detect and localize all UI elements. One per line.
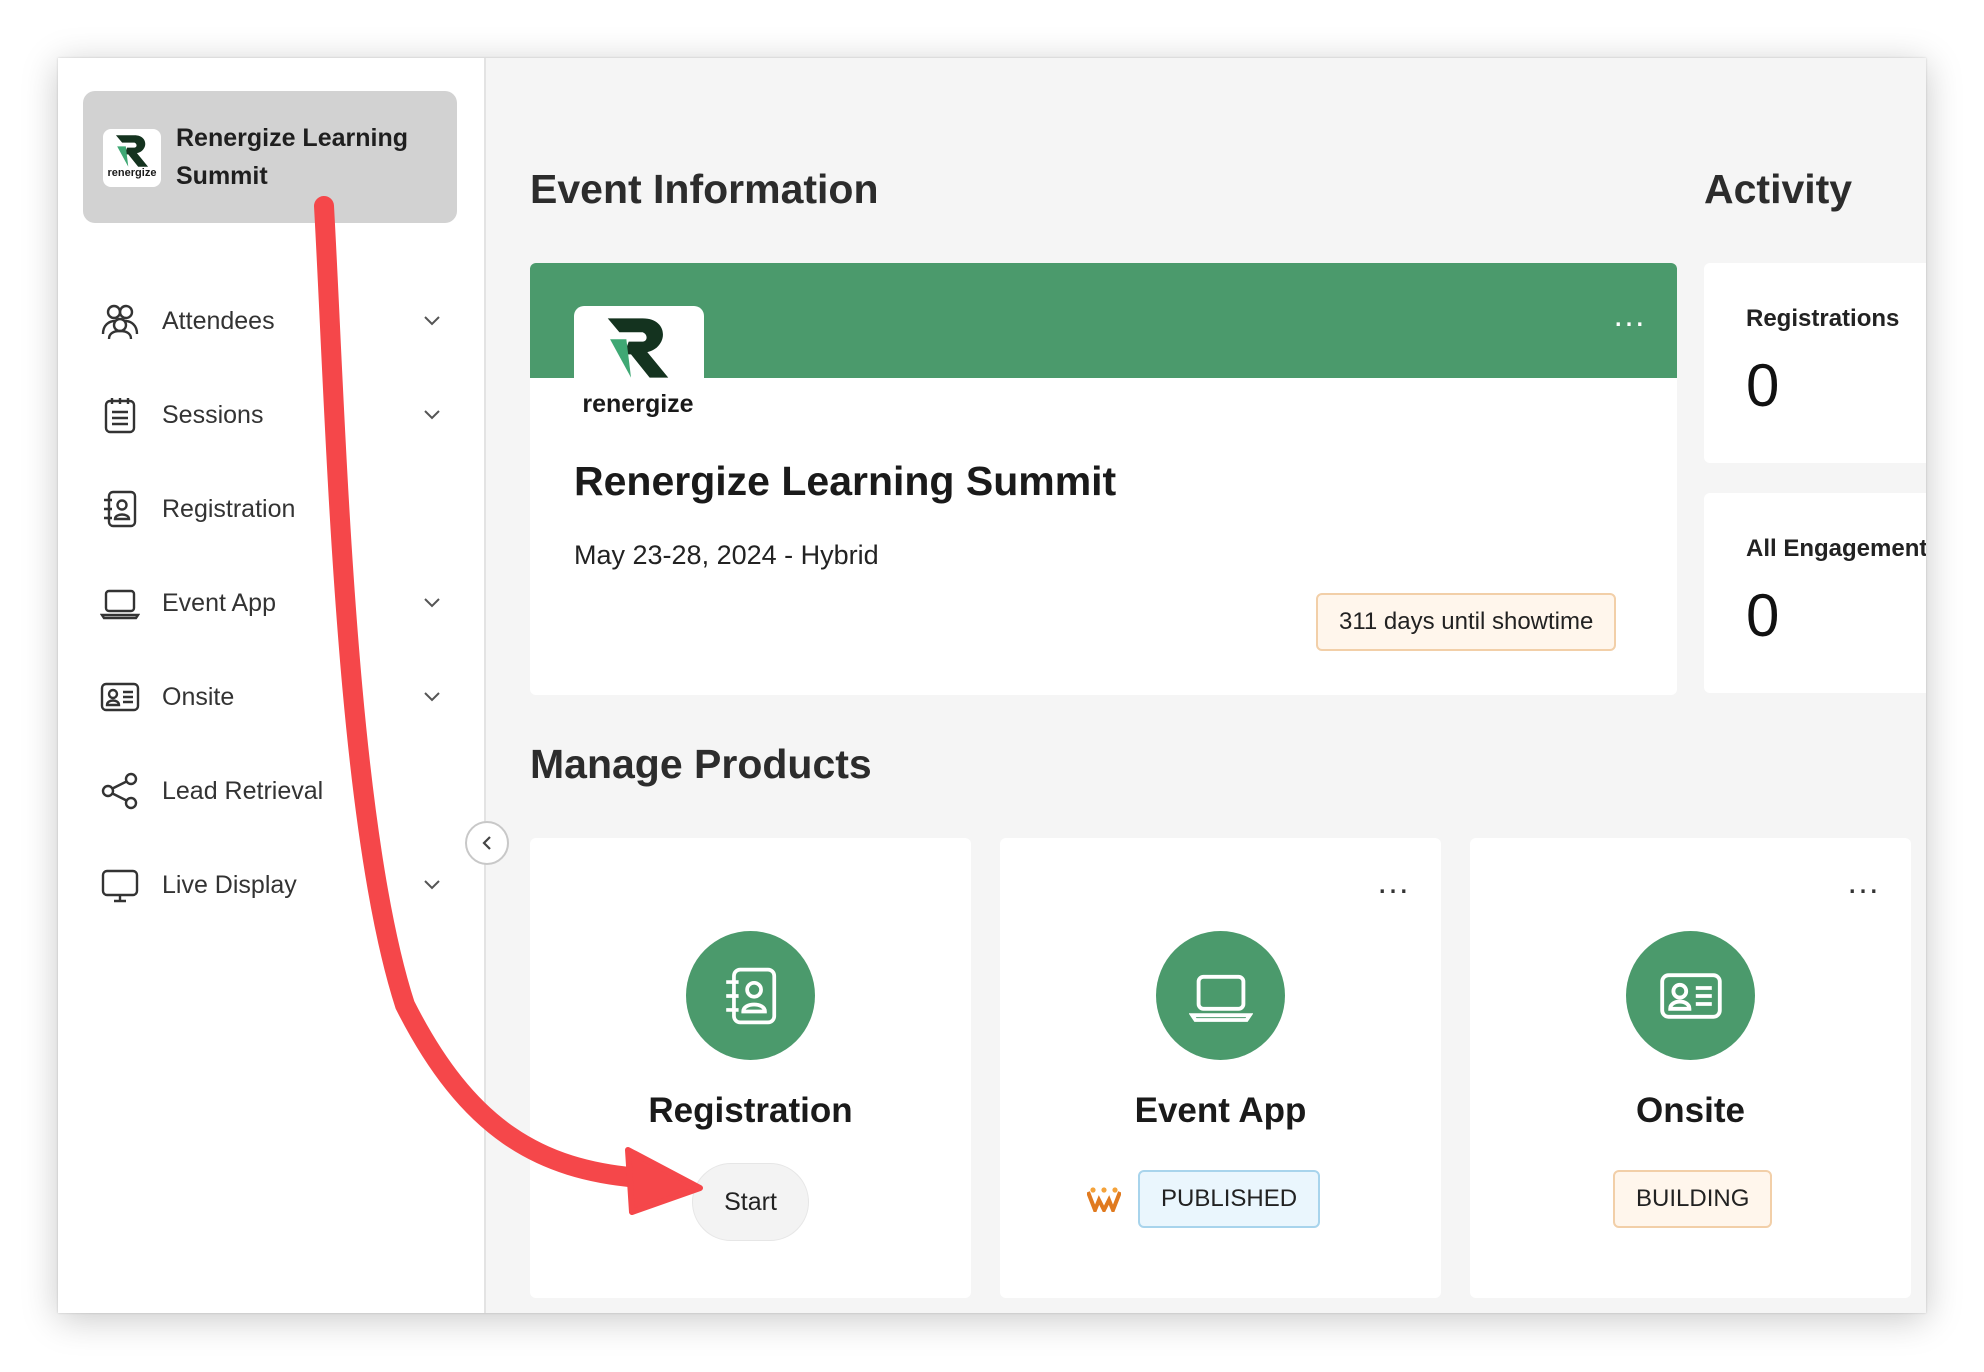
status-badge-published: PUBLISHED (1138, 1170, 1321, 1228)
chevron-down-icon[interactable] (421, 686, 443, 708)
sidebar: renergize Renergize Learning Summit Atte… (58, 58, 486, 1313)
product-name: Event App (1134, 1091, 1307, 1130)
stat-label: Registrations (1746, 305, 1900, 332)
product-name: Onsite (1636, 1091, 1745, 1130)
sidebar-nav: Attendees Sessions Registration Event Ap… (98, 274, 443, 932)
sidebar-item-lead-retrieval[interactable]: Lead Retrieval (98, 744, 443, 838)
contact-book-icon (725, 967, 776, 1024)
event-logo: renergize (103, 129, 161, 187)
event-logo: renergize (574, 306, 704, 428)
status-badge-building: BUILDING (1613, 1170, 1773, 1228)
product-card-registration: Registration Start (530, 838, 971, 1298)
monitor-icon (98, 863, 142, 907)
share-icon (98, 769, 142, 813)
event-card: … renergize Renergize Learning Summit Ma… (530, 263, 1677, 695)
laptop-icon (98, 581, 142, 625)
id-card-icon (1659, 972, 1722, 1019)
chevron-down-icon[interactable] (421, 404, 443, 426)
sidebar-item-live-display[interactable]: Live Display (98, 838, 443, 932)
activity-heading: Activity (1704, 166, 1853, 212)
app-brand-icon (1087, 1187, 1121, 1212)
stat-value: 0 (1746, 582, 1780, 649)
chevron-down-icon[interactable] (421, 874, 443, 896)
chevron-down-icon[interactable] (421, 592, 443, 614)
sidebar-item-label: Registration (162, 494, 296, 523)
people-icon (98, 299, 142, 343)
stat-card-registrations: Registrations 0 (1704, 263, 1926, 463)
event-dates: May 23-28, 2024 - Hybrid (574, 540, 879, 570)
event-name: Renergize Learning Summit (574, 458, 1117, 504)
product-card-onsite: … Onsite BUILDING (1470, 838, 1911, 1298)
renergize-logo-icon (607, 318, 669, 378)
more-options-icon[interactable]: … (1846, 865, 1883, 899)
product-icon-circle (686, 931, 815, 1060)
event-switcher[interactable]: renergize Renergize Learning Summit (83, 91, 457, 223)
collapse-sidebar-button[interactable] (465, 821, 509, 865)
chevron-down-icon[interactable] (421, 310, 443, 332)
laptop-icon (1188, 974, 1253, 1022)
product-icon-circle (1156, 931, 1285, 1060)
contact-book-icon (98, 487, 142, 531)
sidebar-item-label: Onsite (162, 682, 235, 711)
countdown-badge: 311 days until showtime (1316, 593, 1617, 651)
sidebar-item-event-app[interactable]: Event App (98, 556, 443, 650)
sidebar-item-onsite[interactable]: Onsite (98, 650, 443, 744)
sidebar-item-sessions[interactable]: Sessions (98, 368, 443, 462)
product-icon-circle (1626, 931, 1755, 1060)
event-switcher-title: Renergize Learning Summit (176, 124, 408, 190)
more-options-icon[interactable]: … (1612, 298, 1649, 332)
renergize-logo-icon (115, 135, 149, 167)
stat-card-all-engagement: All Engagement 0 (1704, 493, 1926, 693)
sidebar-item-attendees[interactable]: Attendees (98, 274, 443, 368)
sidebar-item-label: Event App (162, 588, 276, 617)
event-information-heading: Event Information (530, 166, 879, 212)
app-window: renergize Renergize Learning Summit Atte… (58, 58, 1926, 1313)
more-options-icon[interactable]: … (1376, 865, 1413, 899)
manage-products-heading: Manage Products (530, 741, 872, 787)
product-name: Registration (648, 1091, 853, 1130)
logo-wordmark: renergize (107, 167, 157, 179)
stat-label: All Engagement (1746, 535, 1926, 562)
logo-wordmark: renergize (582, 390, 694, 418)
sidebar-item-label: Attendees (162, 306, 275, 335)
sidebar-item-registration[interactable]: Registration (98, 462, 443, 556)
id-card-icon (98, 675, 142, 719)
stat-value: 0 (1746, 352, 1780, 419)
sidebar-item-label: Live Display (162, 870, 297, 899)
sidebar-item-label: Lead Retrieval (162, 776, 324, 805)
chevron-left-icon (482, 836, 491, 850)
notepad-icon (98, 393, 142, 437)
start-registration-button[interactable]: Start (692, 1163, 809, 1241)
sidebar-item-label: Sessions (162, 400, 264, 429)
product-card-event-app: … Event App PUBLISHED (1000, 838, 1441, 1298)
